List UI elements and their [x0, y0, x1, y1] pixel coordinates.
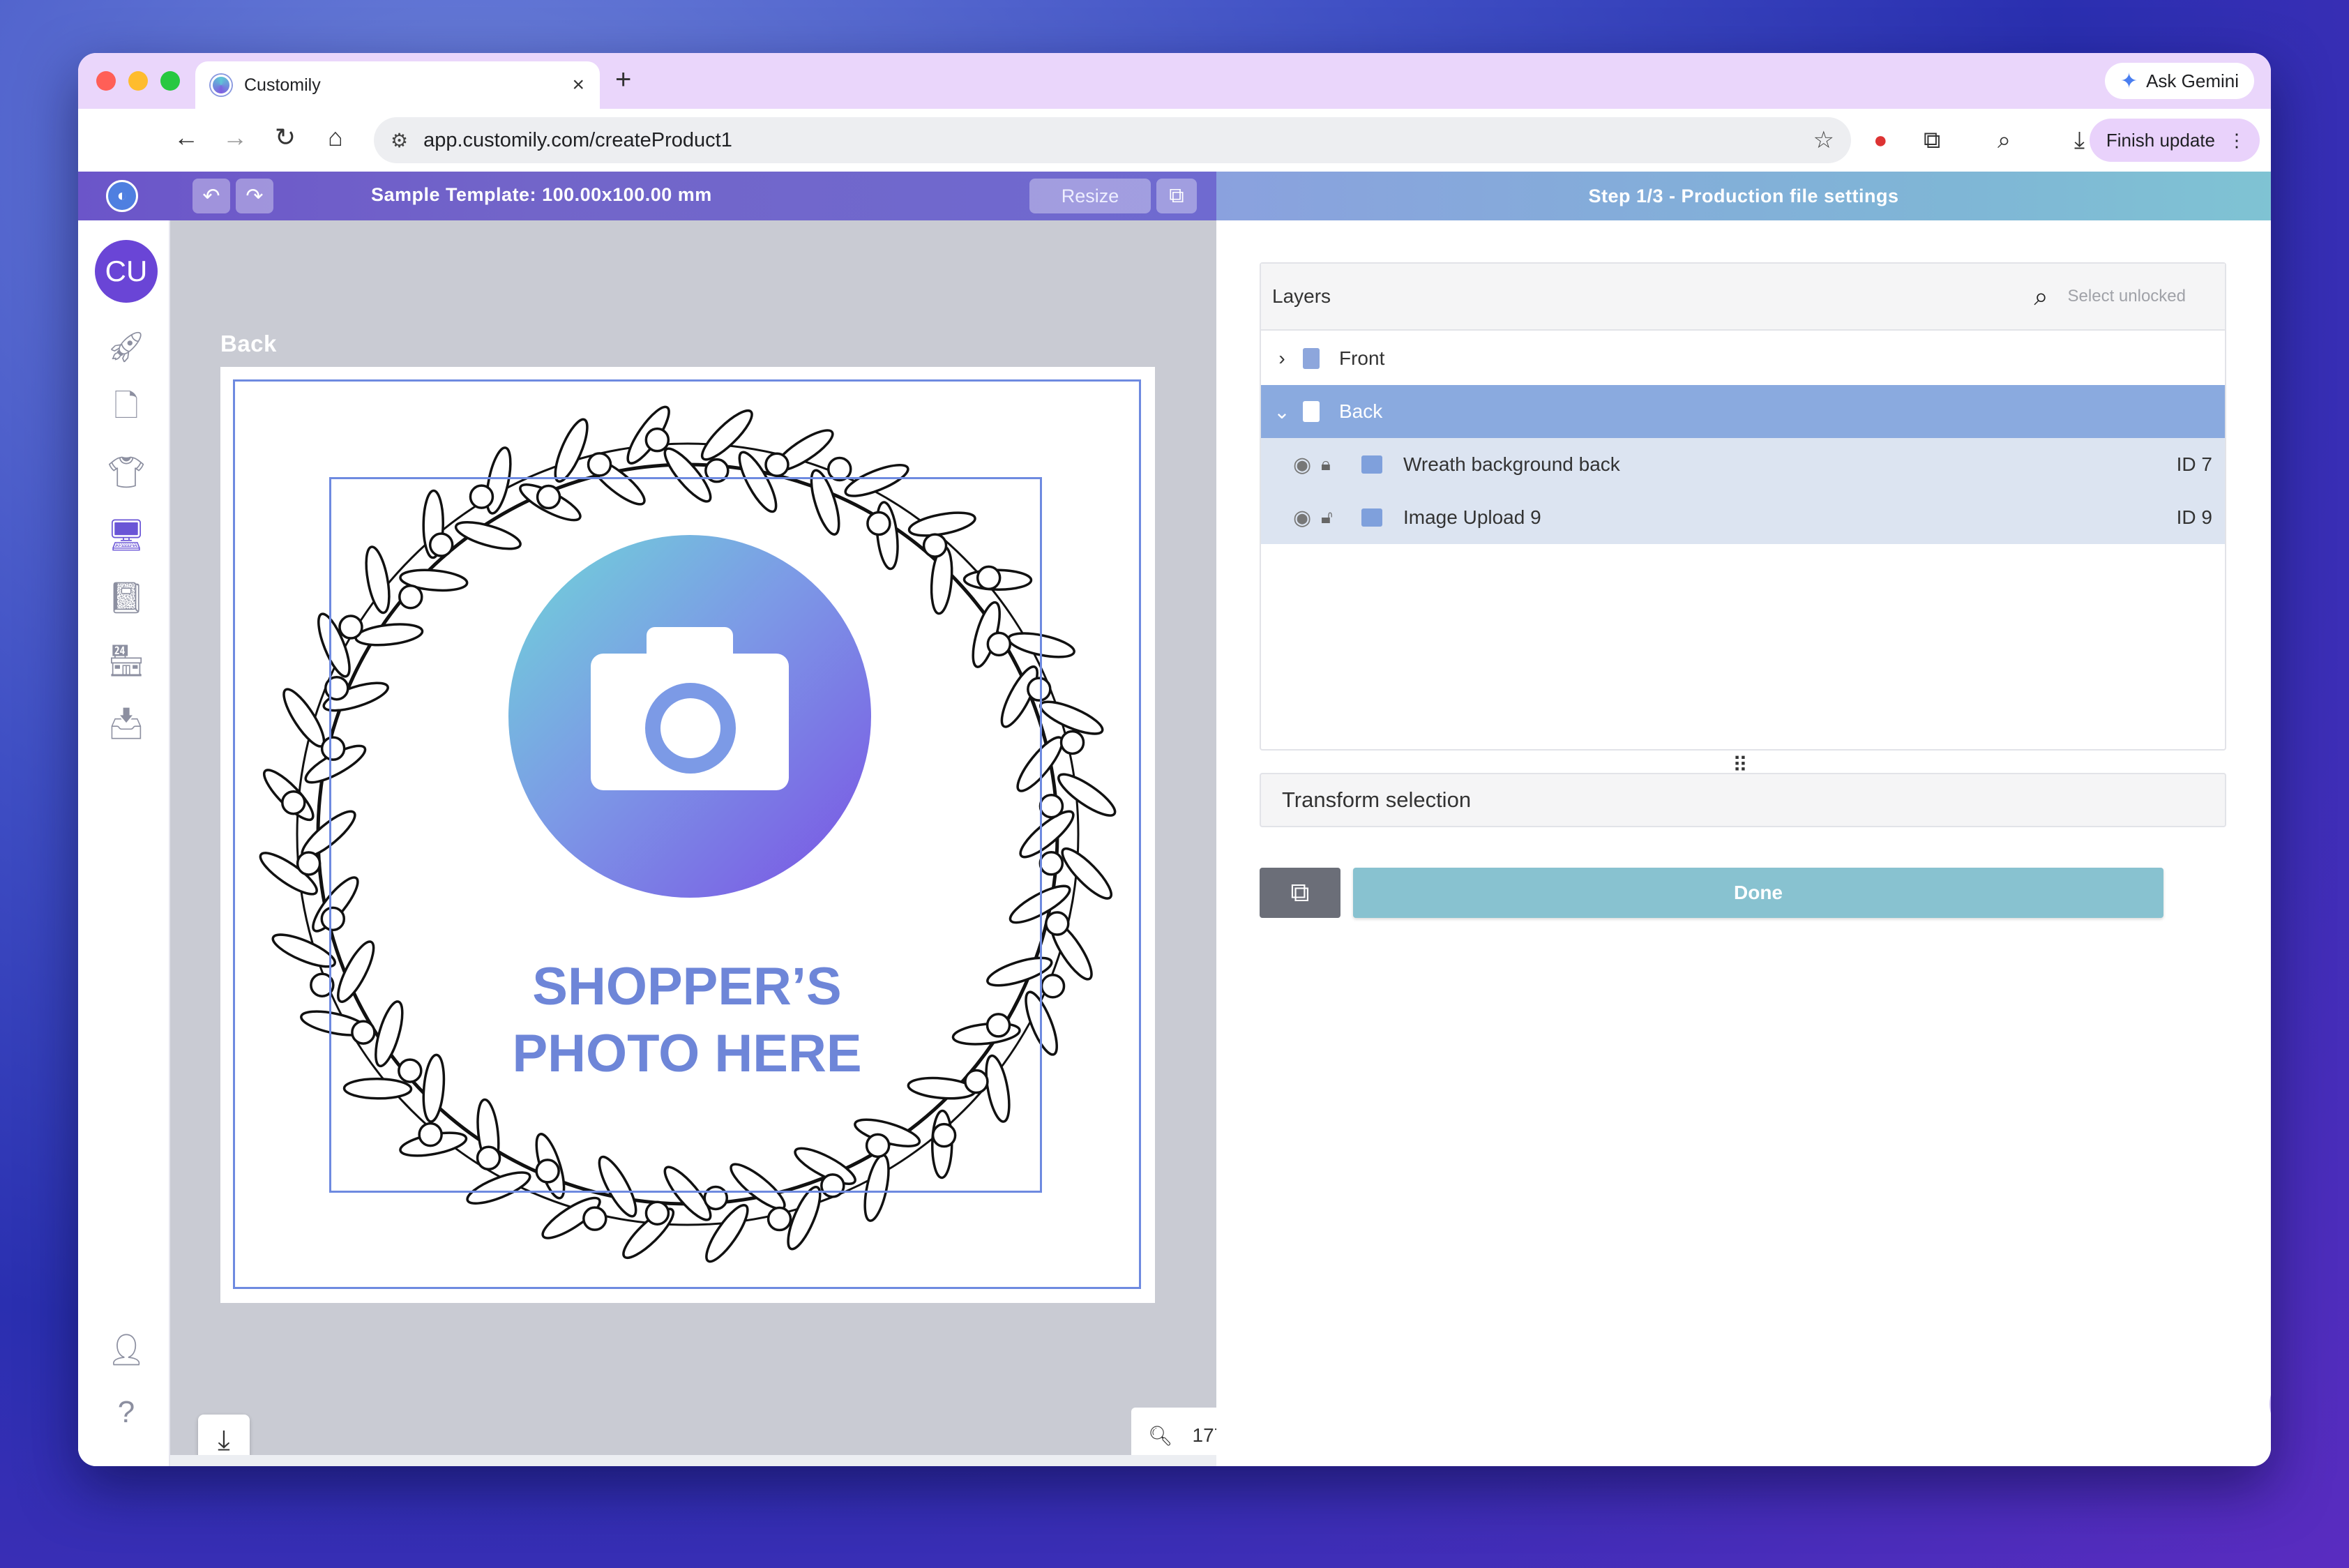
book-icon[interactable]: 📓︎: [106, 578, 146, 618]
tab-title: Customily: [244, 75, 321, 95]
page-icon: [1303, 348, 1320, 369]
settings-panel: Layers ⌕ Select unlocked › Front ⌄ Back …: [1216, 220, 2271, 1466]
site-info-icon[interactable]: ⚙: [391, 129, 408, 152]
image-upload-icon: [1361, 508, 1382, 527]
canvas-area[interactable]: Back SHOPPER’S PHOTO HERE ⤓ 🔍︎: [170, 220, 1296, 1466]
tshirt-icon[interactable]: 👕︎: [106, 452, 146, 492]
undo-button[interactable]: ↶: [192, 179, 230, 213]
lock-icon[interactable]: 🔒︎: [1321, 453, 1352, 476]
layer-id: ID 9: [2176, 506, 2212, 528]
user-avatar[interactable]: CU: [95, 240, 158, 303]
forward-arrow-icon[interactable]: →: [218, 123, 252, 152]
finish-update-button[interactable]: Finish update ⋮: [2089, 119, 2260, 162]
tab-close-icon[interactable]: ×: [572, 73, 584, 97]
image-upload-placeholder[interactable]: SHOPPER’S PHOTO HERE: [329, 477, 1042, 1193]
layers-search-icon[interactable]: ⌕: [2034, 282, 2048, 312]
shopper-photo-text: SHOPPER’S PHOTO HERE: [422, 953, 952, 1087]
app-area: ◐ ↶ ↷ Sample Template: 100.00x100.00 mm …: [78, 172, 2271, 1466]
horizontal-scrollbar[interactable]: [170, 1455, 1286, 1466]
address-bar[interactable]: ⚙ app.customily.com/createProduct1 ☆: [374, 117, 1851, 163]
camera-lens-inner: [660, 698, 720, 758]
redo-button[interactable]: ↷: [236, 179, 273, 213]
eye-icon[interactable]: ◉: [1293, 453, 1321, 477]
monitor-chart-icon[interactable]: 🖥︎: [106, 515, 146, 555]
browser-window: Customily × + ✦ Ask Gemini ← → ↻ ⌂ ⚙ app…: [78, 53, 2271, 1466]
help-icon[interactable]: ?: [106, 1392, 146, 1433]
search-tab-icon[interactable]: ⌕: [1997, 127, 2011, 154]
camera-placeholder-circle: [508, 535, 871, 898]
chevron-down-icon[interactable]: ⌄: [1261, 400, 1303, 423]
fit-screen-icon[interactable]: ⧉: [1156, 179, 1197, 213]
new-tab-button[interactable]: +: [615, 64, 631, 96]
download-icon[interactable]: ⤓: [2074, 127, 2085, 154]
left-sidebar: CU 🚀︎ 🗋 👕︎ 🖥︎ 📓︎ 🏪︎ 📥︎ 👤︎ ? ⇥: [78, 220, 170, 1466]
document-icon[interactable]: 🗋: [106, 389, 146, 430]
transform-selection-section[interactable]: Transform selection: [1260, 773, 2226, 827]
chevron-right-icon[interactable]: ›: [1261, 347, 1303, 370]
canvas-side-label: Back: [220, 331, 277, 356]
layers-header: Layers ⌕ Select unlocked: [1261, 264, 2225, 331]
template-title: Sample Template: 100.00x100.00 mm: [371, 184, 712, 205]
bookmark-star-icon[interactable]: ☆: [1813, 126, 1834, 154]
shopper-text-line1: SHOPPER’S: [532, 957, 842, 1016]
layers-panel: Layers ⌕ Select unlocked › Front ⌄ Back …: [1260, 262, 2226, 751]
ask-gemini-button[interactable]: ✦ Ask Gemini: [2104, 63, 2254, 99]
more-menu-icon[interactable]: ⋮: [2228, 130, 2246, 151]
ask-gemini-label: Ask Gemini: [2146, 70, 2239, 91]
customily-logo-icon[interactable]: ◐: [106, 180, 138, 212]
browser-tab[interactable]: Customily ×: [195, 61, 600, 109]
tab-strip: Customily × + ✦ Ask Gemini: [78, 53, 2271, 109]
layer-name: Wreath background back: [1403, 453, 1620, 475]
page-icon: [1303, 401, 1320, 422]
rocket-icon[interactable]: 🚀︎: [106, 326, 146, 367]
shopper-text-line2: PHOTO HERE: [512, 1024, 862, 1083]
zoom-window-button[interactable]: [160, 71, 180, 91]
inbox-icon[interactable]: 📥︎: [106, 703, 146, 744]
extensions-puzzle-icon[interactable]: ⧉: [1924, 127, 1940, 154]
zoom-search-icon[interactable]: 🔍︎: [1148, 1424, 1173, 1447]
layer-item[interactable]: ◉ 🔒︎ Wreath background back ID 7: [1261, 438, 2225, 491]
layer-name: Image Upload 9: [1403, 506, 1541, 528]
layer-group-back[interactable]: ⌄ Back: [1261, 385, 2225, 438]
select-unlocked-button[interactable]: Select unlocked: [2068, 287, 2186, 306]
layers-title: Layers: [1272, 285, 1331, 307]
unlock-icon[interactable]: 🔓︎: [1321, 506, 1352, 529]
browser-toolbar: ← → ↻ ⌂ ⚙ app.customily.com/createProduc…: [78, 109, 2271, 172]
home-icon[interactable]: ⌂: [318, 123, 353, 152]
extension-raspberry-icon[interactable]: ●: [1873, 127, 1888, 154]
minimize-window-button[interactable]: [128, 71, 148, 91]
url-text[interactable]: app.customily.com/createProduct1: [423, 129, 1797, 152]
layer-id: ID 7: [2176, 453, 2212, 475]
close-window-button[interactable]: [96, 71, 116, 91]
image-icon: [1361, 455, 1382, 474]
layer-group-label: Back: [1339, 400, 1383, 422]
step-title: Step 1/3 - Production file settings: [1216, 172, 2271, 220]
editor-topbar: ◐ ↶ ↷ Sample Template: 100.00x100.00 mm …: [78, 172, 1216, 220]
user-settings-icon[interactable]: 👤︎: [106, 1329, 146, 1370]
layer-group-front[interactable]: › Front: [1261, 332, 2225, 385]
store-icon[interactable]: 🏪︎: [106, 640, 146, 681]
reload-icon[interactable]: ↻: [268, 123, 303, 152]
back-arrow-icon[interactable]: ←: [169, 123, 204, 152]
customily-favicon-icon: [211, 75, 232, 96]
gemini-spark-icon: ✦: [2120, 69, 2138, 93]
done-button[interactable]: Done: [1353, 868, 2163, 918]
eye-icon[interactable]: ◉: [1293, 506, 1321, 530]
layer-item[interactable]: ◉ 🔓︎ Image Upload 9 ID 9: [1261, 491, 2225, 544]
artboard[interactable]: SHOPPER’S PHOTO HERE: [220, 367, 1155, 1303]
logout-icon[interactable]: ⇥: [106, 1452, 146, 1467]
duplicate-button[interactable]: ⧉: [1260, 868, 1340, 918]
resize-button[interactable]: Resize: [1029, 179, 1151, 213]
chat-button[interactable]: ≡: [2269, 1373, 2271, 1435]
layer-group-label: Front: [1339, 347, 1385, 369]
finish-update-label: Finish update: [2106, 129, 2215, 151]
